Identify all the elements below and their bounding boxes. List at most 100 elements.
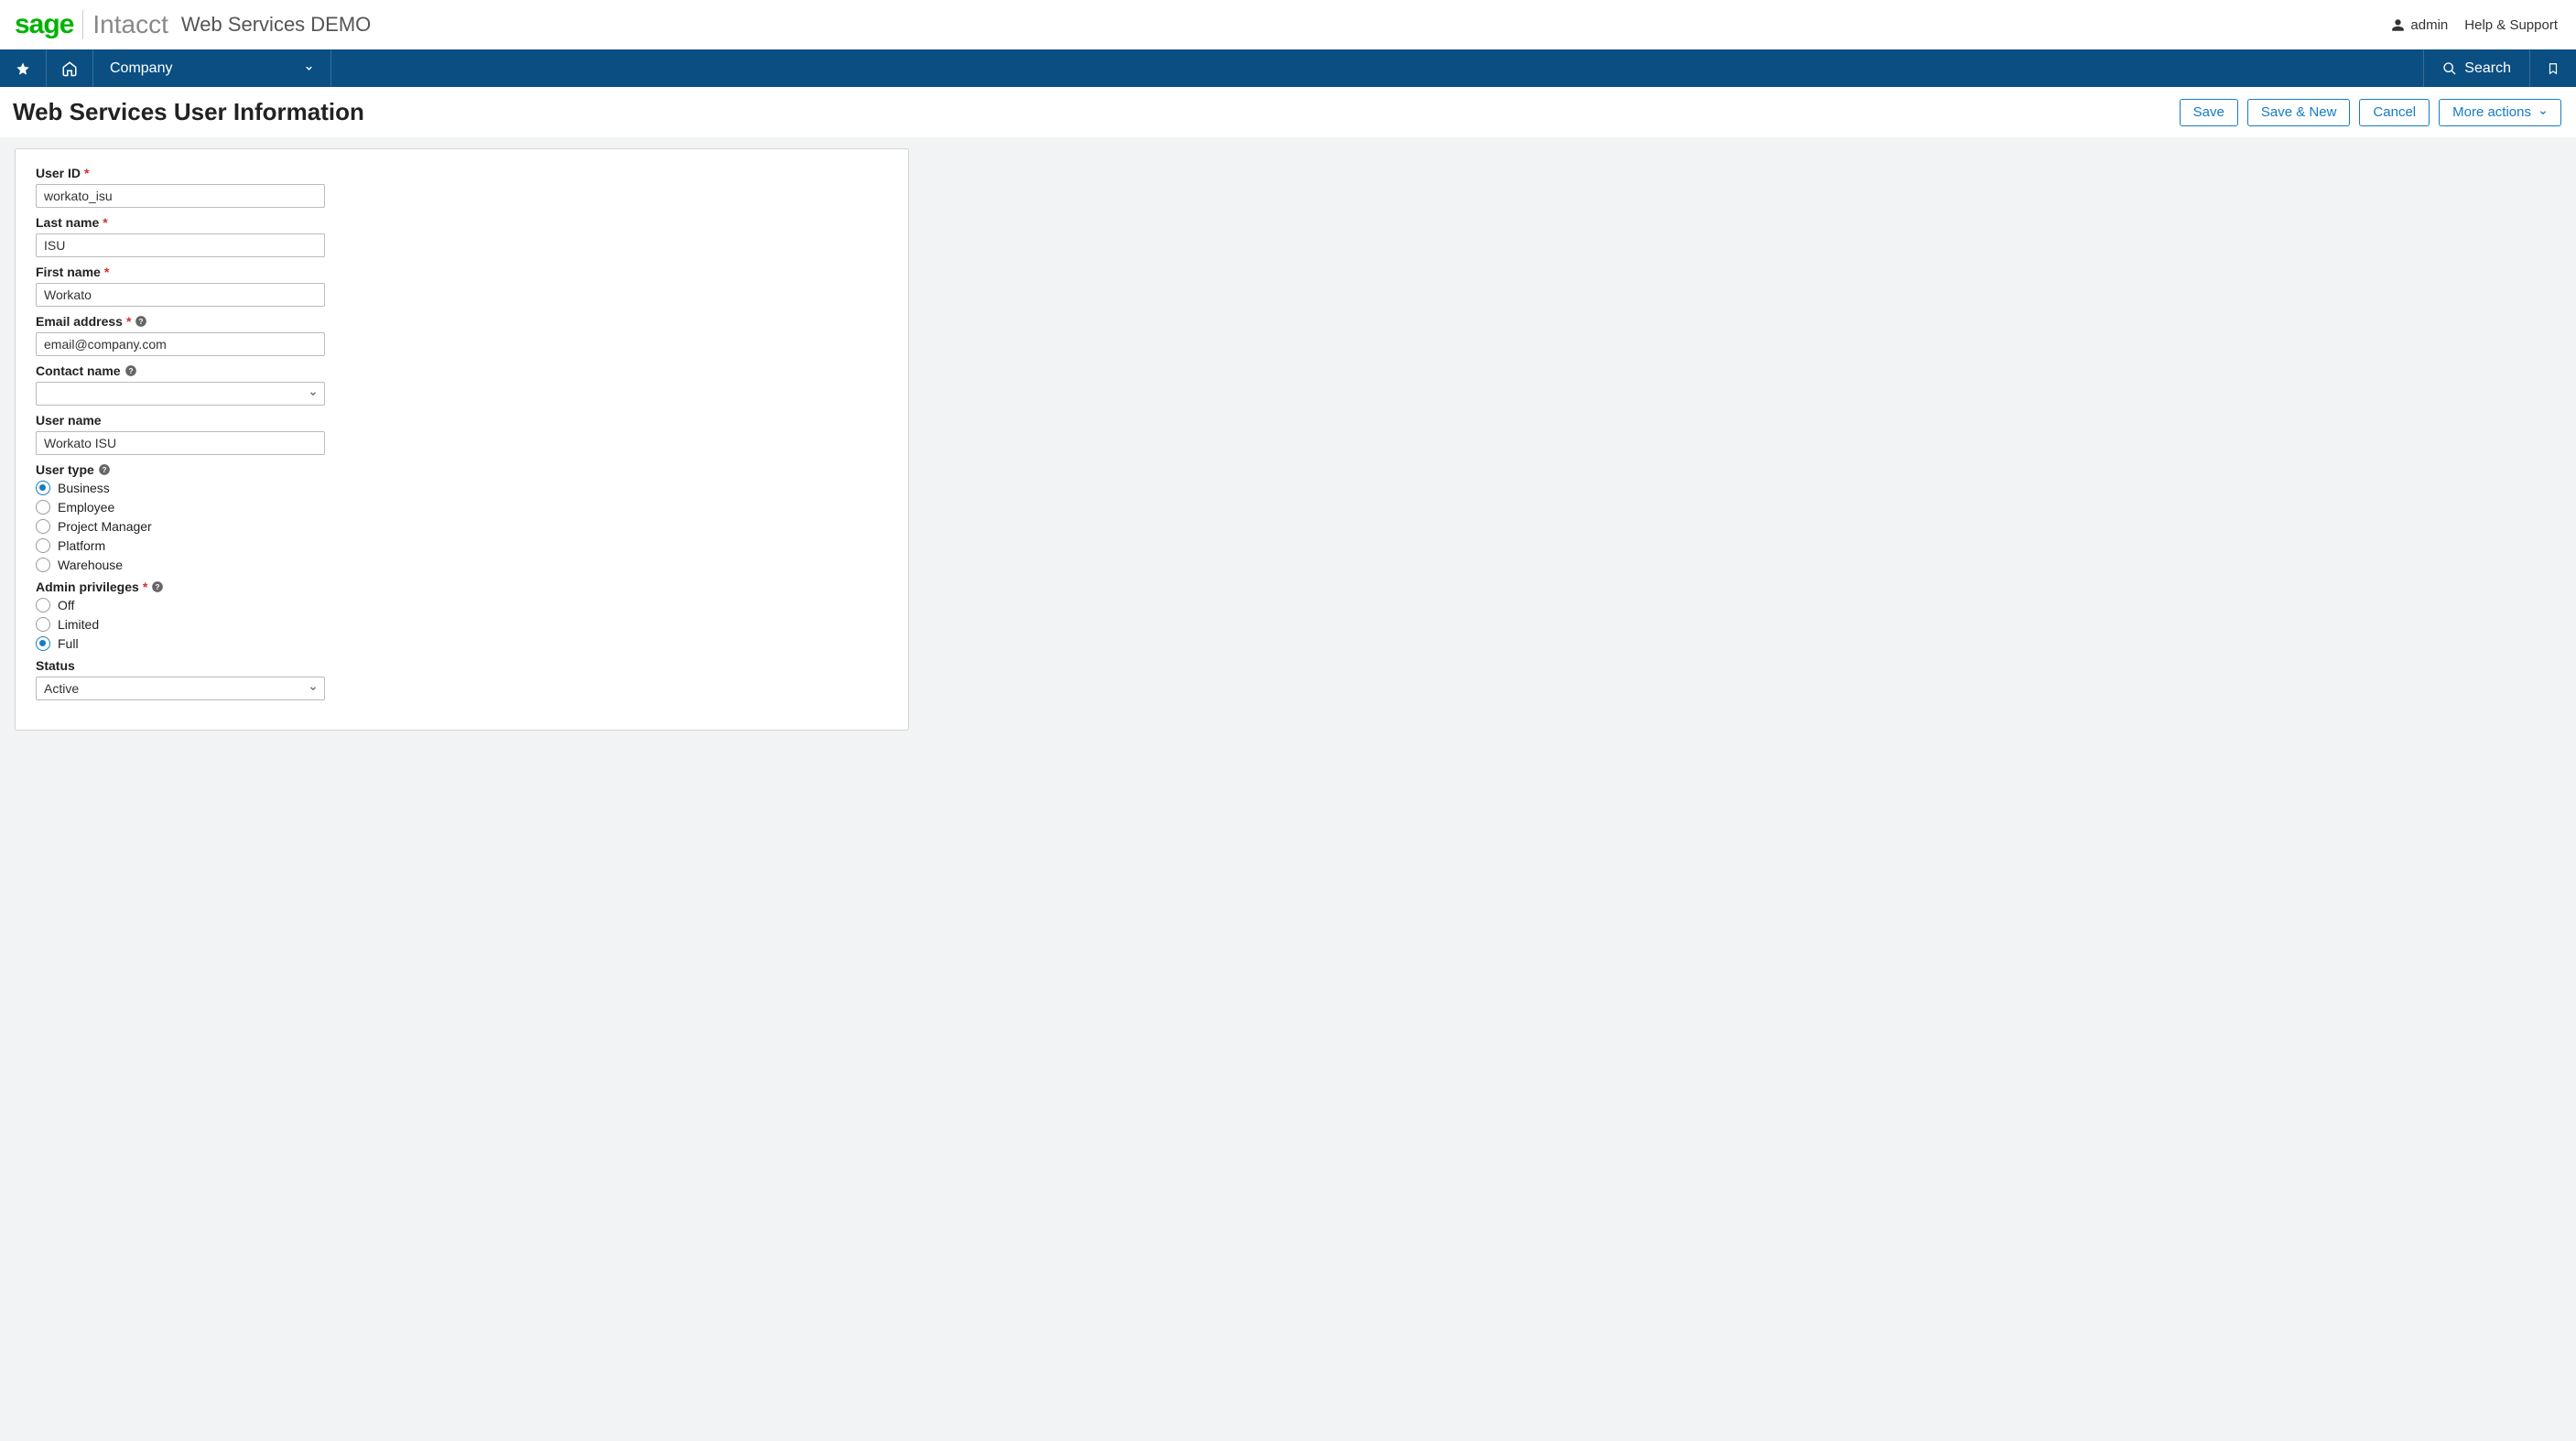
user-type-label: User type bbox=[36, 462, 94, 477]
nav-bar: Company Search bbox=[0, 49, 2576, 87]
email-label: Email address bbox=[36, 314, 123, 329]
last-name-input[interactable] bbox=[36, 233, 325, 257]
user-type-radio-input[interactable] bbox=[36, 481, 50, 495]
cancel-button[interactable]: Cancel bbox=[2359, 99, 2430, 126]
admin-privileges-label-row: Admin privileges * ? bbox=[36, 580, 888, 594]
admin-privileges-radio-input[interactable] bbox=[36, 617, 50, 632]
user-id-input[interactable] bbox=[36, 184, 325, 208]
user-type-label-row: User type ? bbox=[36, 462, 888, 477]
status-select[interactable]: Active bbox=[36, 677, 325, 700]
search-button[interactable]: Search bbox=[2423, 49, 2529, 87]
svg-text:?: ? bbox=[128, 367, 133, 375]
module-label: Company bbox=[110, 60, 172, 77]
email-input[interactable] bbox=[36, 332, 325, 356]
user-icon bbox=[2391, 18, 2405, 32]
help-icon[interactable]: ? bbox=[124, 364, 137, 377]
admin-privileges-radio-option[interactable]: Off bbox=[36, 598, 888, 612]
user-type-radio-option[interactable]: Platform bbox=[36, 538, 888, 553]
admin-privileges-radio-input[interactable] bbox=[36, 598, 50, 612]
search-icon bbox=[2442, 61, 2457, 76]
help-support-link[interactable]: Help & Support bbox=[2464, 17, 2558, 33]
star-icon bbox=[16, 61, 30, 76]
field-first-name: First name * bbox=[36, 265, 888, 307]
first-name-input[interactable] bbox=[36, 283, 325, 307]
form-panel: User ID * Last name * First name * Email bbox=[15, 148, 909, 731]
last-name-label-row: Last name * bbox=[36, 215, 888, 230]
contact-name-label: Contact name bbox=[36, 363, 121, 378]
field-email: Email address * ? bbox=[36, 314, 888, 356]
save-button[interactable]: Save bbox=[2180, 99, 2238, 126]
user-type-radio-option[interactable]: Project Manager bbox=[36, 519, 888, 534]
favorites-button[interactable] bbox=[0, 49, 47, 87]
help-icon[interactable]: ? bbox=[135, 315, 147, 328]
field-user-id: User ID * bbox=[36, 166, 888, 208]
home-button[interactable] bbox=[47, 49, 93, 87]
user-menu[interactable]: admin bbox=[2391, 17, 2448, 33]
required-star: * bbox=[143, 580, 147, 594]
user-type-radio-input[interactable] bbox=[36, 558, 50, 572]
logo-intacct: Intacct bbox=[82, 10, 168, 39]
required-star: * bbox=[104, 265, 109, 279]
contact-name-select[interactable] bbox=[36, 382, 325, 406]
user-type-radio-input[interactable] bbox=[36, 519, 50, 534]
header-right: admin Help & Support bbox=[2391, 17, 2558, 33]
user-type-radio-option[interactable]: Warehouse bbox=[36, 558, 888, 572]
svg-text:?: ? bbox=[102, 466, 106, 474]
field-last-name: Last name * bbox=[36, 215, 888, 257]
user-name-label-row: User name bbox=[36, 413, 888, 428]
user-type-radio-option[interactable]: Business bbox=[36, 481, 888, 495]
field-admin-privileges: Admin privileges * ? Off Limited Full bbox=[36, 580, 888, 651]
first-name-label: First name bbox=[36, 265, 101, 279]
field-user-type: User type ? Business Employee Project Mana… bbox=[36, 462, 888, 572]
required-star: * bbox=[103, 215, 107, 230]
user-id-label: User ID bbox=[36, 166, 81, 180]
admin-privileges-label: Admin privileges bbox=[36, 580, 139, 594]
admin-privileges-radio-label: Off bbox=[58, 598, 74, 612]
contact-name-select-wrapper bbox=[36, 382, 325, 406]
user-type-radio-input[interactable] bbox=[36, 500, 50, 515]
admin-privileges-radio-input[interactable] bbox=[36, 636, 50, 651]
header-left: sage Intacct Web Services DEMO bbox=[15, 9, 371, 40]
page-header: Web Services User Information Save Save … bbox=[0, 87, 2576, 137]
save-new-button[interactable]: Save & New bbox=[2247, 99, 2351, 126]
user-type-radio-input[interactable] bbox=[36, 538, 50, 553]
app-header: sage Intacct Web Services DEMO admin Hel… bbox=[0, 0, 2576, 49]
admin-privileges-radio-option[interactable]: Limited bbox=[36, 617, 888, 632]
user-type-radio-label: Employee bbox=[58, 500, 114, 515]
more-actions-label: More actions bbox=[2452, 104, 2531, 120]
user-type-radio-option[interactable]: Employee bbox=[36, 500, 888, 515]
page-title: Web Services User Information bbox=[13, 98, 364, 126]
email-label-row: Email address * ? bbox=[36, 314, 888, 329]
user-name-input[interactable] bbox=[36, 431, 325, 455]
home-icon bbox=[61, 60, 78, 77]
required-star: * bbox=[84, 166, 89, 180]
content-area: User ID * Last name * First name * Email bbox=[0, 137, 2576, 1441]
user-type-radio-label: Business bbox=[58, 481, 110, 495]
svg-text:?: ? bbox=[156, 583, 160, 591]
bookmark-button[interactable] bbox=[2529, 49, 2576, 87]
user-type-radio-label: Warehouse bbox=[58, 558, 123, 572]
help-icon[interactable]: ? bbox=[98, 463, 111, 476]
company-name: Web Services DEMO bbox=[181, 13, 371, 37]
user-name-label: admin bbox=[2410, 17, 2448, 33]
chevron-down-icon bbox=[2538, 108, 2548, 117]
status-label-row: Status bbox=[36, 658, 888, 673]
field-user-name: User name bbox=[36, 413, 888, 455]
admin-privileges-radio-group: Off Limited Full bbox=[36, 598, 888, 651]
user-id-label-row: User ID * bbox=[36, 166, 888, 180]
page-actions: Save Save & New Cancel More actions bbox=[2180, 99, 2561, 126]
first-name-label-row: First name * bbox=[36, 265, 888, 279]
more-actions-button[interactable]: More actions bbox=[2439, 99, 2561, 126]
bookmark-icon bbox=[2547, 61, 2560, 76]
admin-privileges-radio-label: Full bbox=[58, 636, 79, 651]
help-icon[interactable]: ? bbox=[151, 580, 164, 593]
admin-privileges-radio-option[interactable]: Full bbox=[36, 636, 888, 651]
admin-privileges-radio-label: Limited bbox=[58, 617, 99, 632]
user-type-radio-label: Project Manager bbox=[58, 519, 152, 534]
last-name-label: Last name bbox=[36, 215, 99, 230]
search-label: Search bbox=[2464, 60, 2511, 77]
chevron-down-icon bbox=[304, 63, 314, 73]
module-dropdown[interactable]: Company bbox=[93, 49, 331, 87]
svg-text:?: ? bbox=[139, 318, 144, 326]
required-star: * bbox=[126, 314, 131, 329]
